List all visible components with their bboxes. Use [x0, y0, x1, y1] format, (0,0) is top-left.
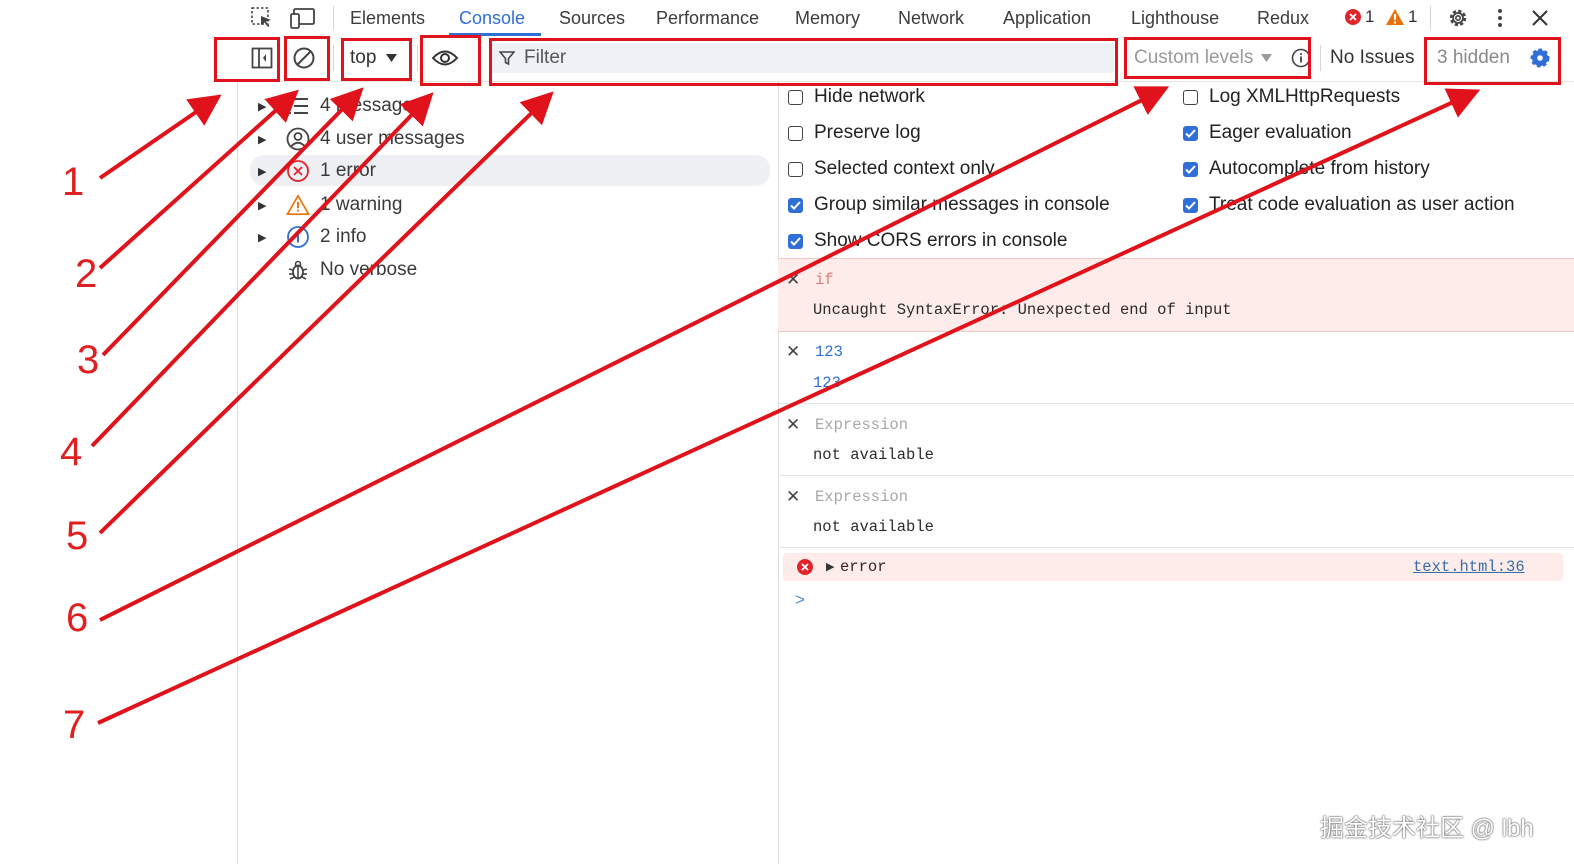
- annotation-number: 4: [60, 430, 83, 474]
- annotation-arrows: [90, 86, 1481, 725]
- annotation-number: 3: [77, 338, 100, 382]
- annotation-arrow-6: [99, 86, 1170, 622]
- annotation-number: 6: [66, 596, 89, 640]
- annotation-arrow-7: [97, 88, 1481, 725]
- annotation-number: 1: [62, 160, 85, 204]
- annotation-number: 7: [63, 703, 86, 747]
- annotation-arrow-5: [98, 91, 554, 535]
- watermark: 掘金技术社区 @ lbh: [1320, 815, 1534, 842]
- annotation-number: 2: [75, 252, 98, 296]
- annotation-number: 5: [66, 514, 89, 558]
- annotation-arrow-1: [98, 94, 222, 180]
- annotation-arrow-3: [101, 87, 364, 357]
- annotation-arrow-2: [98, 89, 299, 270]
